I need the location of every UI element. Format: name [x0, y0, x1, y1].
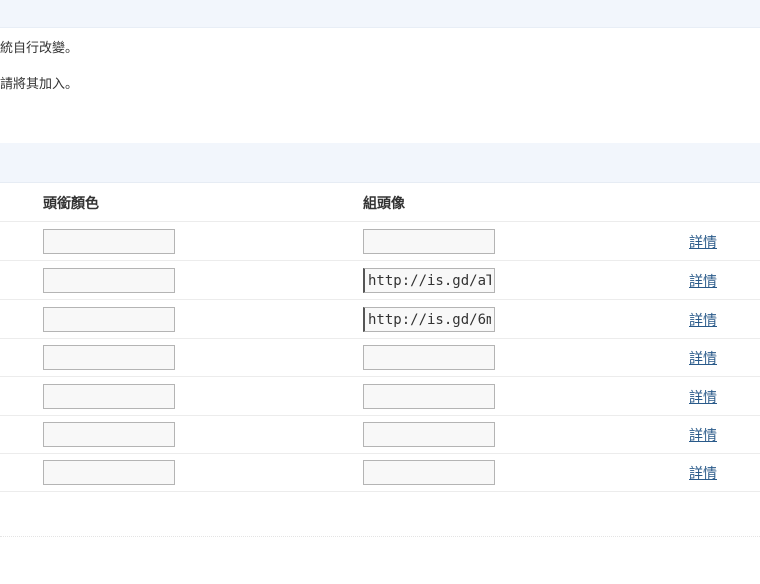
description-text-2: 請將其加入。 [0, 77, 79, 92]
column-header-group-avatar: 組頭像 [363, 196, 405, 212]
title-color-input[interactable] [43, 345, 175, 370]
table-row: 詳情 [0, 415, 760, 454]
group-avatar-input[interactable] [363, 460, 495, 485]
group-avatar-input[interactable] [363, 229, 495, 254]
table-row: 詳情 [0, 377, 760, 416]
top-header-band [0, 0, 760, 28]
details-link[interactable]: 詳情 [689, 425, 717, 445]
column-header-title-color: 頭銜顏色 [43, 196, 99, 212]
details-link[interactable]: 詳情 [689, 310, 717, 330]
section-header-band [0, 143, 760, 183]
title-color-input[interactable] [43, 460, 175, 485]
group-avatar-input[interactable] [363, 384, 495, 409]
title-color-input[interactable] [43, 268, 175, 293]
title-color-input[interactable] [43, 422, 175, 447]
details-link[interactable]: 詳情 [689, 232, 717, 252]
table-row: 詳情 [0, 453, 760, 492]
title-color-input[interactable] [43, 384, 175, 409]
title-color-input[interactable] [43, 307, 175, 332]
details-link[interactable]: 詳情 [689, 463, 717, 483]
details-link[interactable]: 詳情 [689, 387, 717, 407]
details-link[interactable]: 詳情 [689, 348, 717, 368]
title-color-input[interactable] [43, 229, 175, 254]
table-row: 詳情 [0, 338, 760, 377]
table-row: 詳情 [0, 222, 760, 261]
group-avatar-input[interactable] [363, 422, 495, 447]
table-row: 詳情 [0, 300, 760, 339]
table-row: 詳情 [0, 261, 760, 300]
group-avatar-input[interactable] [363, 307, 495, 332]
group-avatar-input[interactable] [363, 345, 495, 370]
description-text-1: 統自行改變。 [0, 41, 79, 56]
footer-divider [0, 536, 760, 537]
group-avatar-input[interactable] [363, 268, 495, 293]
details-link[interactable]: 詳情 [689, 271, 717, 291]
